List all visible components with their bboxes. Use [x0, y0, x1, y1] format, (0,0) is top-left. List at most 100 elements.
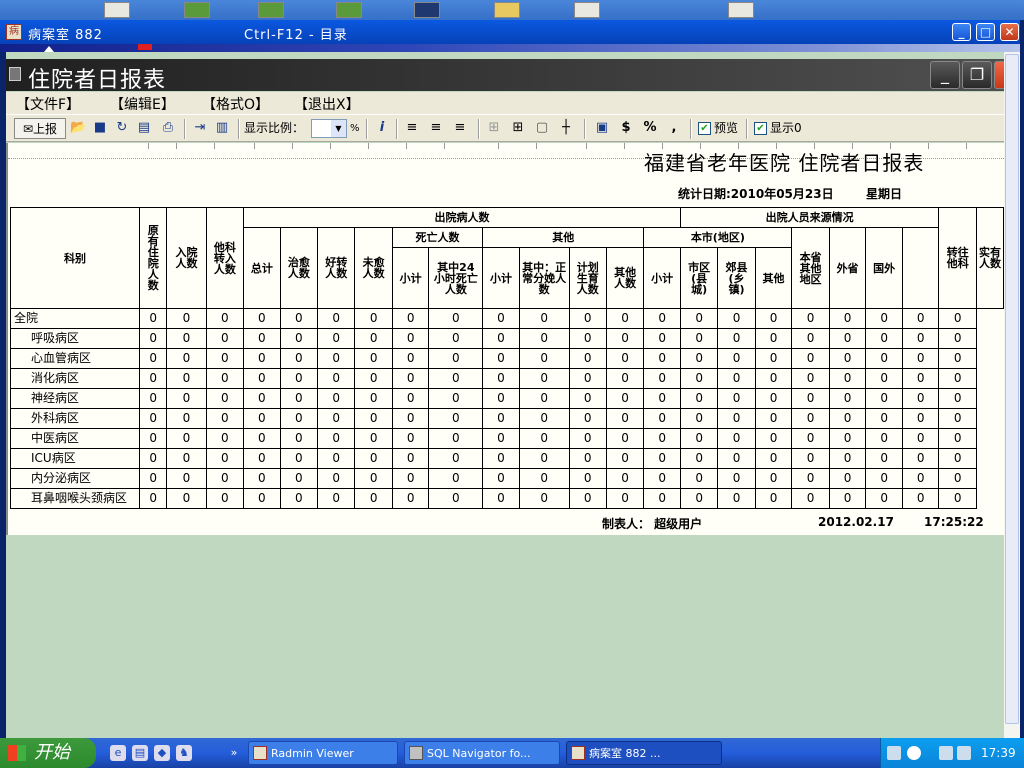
value-cell[interactable]: 0	[865, 468, 903, 489]
value-cell[interactable]: 0	[482, 428, 520, 449]
value-cell[interactable]: 0	[482, 368, 520, 389]
value-cell[interactable]: 0	[354, 428, 393, 449]
value-cell[interactable]: 0	[391, 488, 430, 509]
value-cell[interactable]: 0	[865, 428, 903, 449]
value-cell[interactable]: 0	[605, 388, 645, 409]
quicklaunch-icon[interactable]: ♞	[176, 745, 192, 761]
value-cell[interactable]: 0	[679, 448, 719, 469]
value-cell[interactable]: 0	[391, 448, 430, 469]
value-cell[interactable]: 0	[938, 388, 977, 409]
desktop-shortcut-icon[interactable]	[728, 2, 754, 18]
value-cell[interactable]: 0	[717, 468, 756, 489]
value-cell[interactable]: 0	[428, 468, 484, 489]
value-cell[interactable]: 0	[901, 388, 940, 409]
value-cell[interactable]: 0	[605, 468, 645, 489]
desktop-shortcut-icon[interactable]	[258, 2, 284, 18]
value-cell[interactable]: 0	[279, 468, 319, 489]
value-cell[interactable]: 0	[643, 448, 681, 469]
value-cell[interactable]: 0	[643, 428, 681, 449]
value-cell[interactable]: 0	[605, 368, 645, 389]
desktop-shortcut-icon[interactable]	[574, 2, 600, 18]
value-cell[interactable]: 0	[205, 408, 245, 429]
value-cell[interactable]: 0	[568, 348, 607, 369]
value-cell[interactable]: 0	[568, 428, 607, 449]
value-cell[interactable]: 0	[568, 408, 607, 429]
value-cell[interactable]: 0	[428, 428, 484, 449]
percent-button[interactable]: %	[642, 120, 658, 136]
value-cell[interactable]: 0	[317, 428, 356, 449]
value-cell[interactable]: 0	[901, 488, 940, 509]
value-cell[interactable]: 0	[354, 468, 393, 489]
value-cell[interactable]: 0	[717, 388, 756, 409]
close-button[interactable]: ✕	[1000, 23, 1019, 41]
value-cell[interactable]: 0	[279, 388, 319, 409]
maximize-button[interactable]: □	[976, 23, 995, 41]
value-cell[interactable]: 0	[754, 348, 793, 369]
value-cell[interactable]: 0	[938, 428, 977, 449]
value-cell[interactable]: 0	[354, 488, 393, 509]
value-cell[interactable]: 0	[391, 308, 430, 329]
value-cell[interactable]: 0	[938, 468, 977, 489]
value-cell[interactable]: 0	[279, 448, 319, 469]
value-cell[interactable]: 0	[679, 368, 719, 389]
value-cell[interactable]: 0	[166, 388, 207, 409]
value-cell[interactable]: 0	[643, 468, 681, 489]
task-radmin-viewer[interactable]: Radmin Viewer	[248, 741, 398, 765]
value-cell[interactable]: 0	[279, 368, 319, 389]
value-cell[interactable]: 0	[643, 488, 681, 509]
value-cell[interactable]: 0	[354, 448, 393, 469]
value-cell[interactable]: 0	[679, 328, 719, 349]
value-cell[interactable]: 0	[354, 348, 393, 369]
value-cell[interactable]: 0	[754, 428, 793, 449]
app-icon[interactable]: 病	[6, 24, 22, 40]
value-cell[interactable]: 0	[166, 428, 207, 449]
quicklaunch-icon[interactable]: ◆	[154, 745, 170, 761]
value-cell[interactable]: 0	[428, 448, 484, 469]
value-cell[interactable]: 0	[317, 448, 356, 469]
value-cell[interactable]: 0	[605, 348, 645, 369]
value-cell[interactable]: 0	[166, 468, 207, 489]
value-cell[interactable]: 0	[828, 368, 867, 389]
value-cell[interactable]: 0	[279, 408, 319, 429]
value-cell[interactable]: 0	[205, 488, 245, 509]
value-cell[interactable]: 0	[865, 308, 903, 329]
value-cell[interactable]: 0	[205, 308, 245, 329]
value-cell[interactable]: 0	[354, 308, 393, 329]
value-cell[interactable]: 0	[139, 488, 168, 509]
value-cell[interactable]: 0	[391, 428, 430, 449]
value-cell[interactable]: 0	[166, 308, 207, 329]
value-cell[interactable]: 0	[568, 388, 607, 409]
value-cell[interactable]: 0	[791, 448, 830, 469]
value-cell[interactable]: 0	[391, 328, 430, 349]
menu-format[interactable]: 【格式O】	[202, 94, 269, 114]
comma-button[interactable]: ,	[666, 120, 682, 136]
value-cell[interactable]: 0	[717, 368, 756, 389]
align-center-icon[interactable]: ≡	[428, 120, 444, 136]
task-sql-navigator[interactable]: SQL Navigator fo...	[404, 741, 560, 765]
value-cell[interactable]: 0	[791, 408, 830, 429]
value-cell[interactable]: 0	[317, 468, 356, 489]
value-cell[interactable]: 0	[938, 348, 977, 369]
value-cell[interactable]: 0	[205, 388, 245, 409]
notepad-icon[interactable]: ▤	[132, 745, 148, 761]
ie-icon[interactable]: e	[110, 745, 126, 761]
value-cell[interactable]: 0	[901, 328, 940, 349]
minimize-button[interactable]: _	[952, 23, 971, 41]
refresh-icon[interactable]: ↻	[114, 120, 130, 136]
value-cell[interactable]: 0	[568, 368, 607, 389]
value-cell[interactable]: 0	[428, 368, 484, 389]
value-cell[interactable]: 0	[828, 488, 867, 509]
value-cell[interactable]: 0	[643, 308, 681, 329]
value-cell[interactable]: 0	[679, 388, 719, 409]
value-cell[interactable]: 0	[243, 448, 281, 469]
value-cell[interactable]: 0	[354, 368, 393, 389]
value-cell[interactable]: 0	[317, 308, 356, 329]
desktop-shortcut-icon[interactable]	[414, 2, 440, 18]
value-cell[interactable]: 0	[243, 468, 281, 489]
value-cell[interactable]: 0	[679, 308, 719, 329]
value-cell[interactable]: 0	[791, 308, 830, 329]
network-icon[interactable]	[939, 746, 953, 760]
value-cell[interactable]: 0	[605, 308, 645, 329]
value-cell[interactable]: 0	[205, 328, 245, 349]
value-cell[interactable]: 0	[865, 488, 903, 509]
